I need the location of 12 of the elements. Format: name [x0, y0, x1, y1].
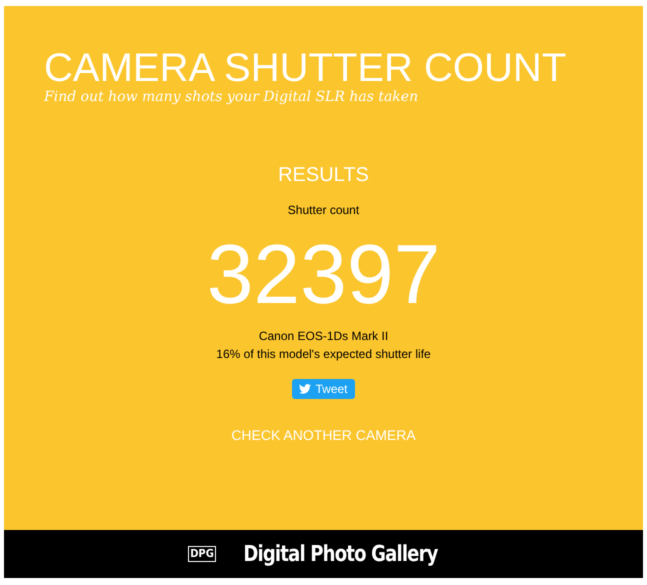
tweet-button[interactable]: Tweet	[292, 379, 354, 399]
count-label: Shutter count	[288, 203, 360, 217]
page-title: CAMERA SHUTTER COUNT	[44, 48, 568, 88]
shutter-count: 32397	[206, 229, 440, 319]
bird-icon	[299, 384, 312, 394]
check-another-link[interactable]: CHECK ANOTHER CAMERA	[231, 427, 416, 443]
page-subtitle: Find out how many shots your Digital SLR has taken	[44, 88, 420, 106]
logo-text: Digital Photo Gallery	[243, 542, 438, 566]
camera-model: Canon EOS-1Ds Mark II	[258, 328, 388, 345]
results-heading: RESULTS	[278, 164, 369, 186]
logo-mark: DPG	[188, 546, 216, 562]
shutter-life-text: 16% of this model's expected shutter life	[216, 346, 431, 363]
